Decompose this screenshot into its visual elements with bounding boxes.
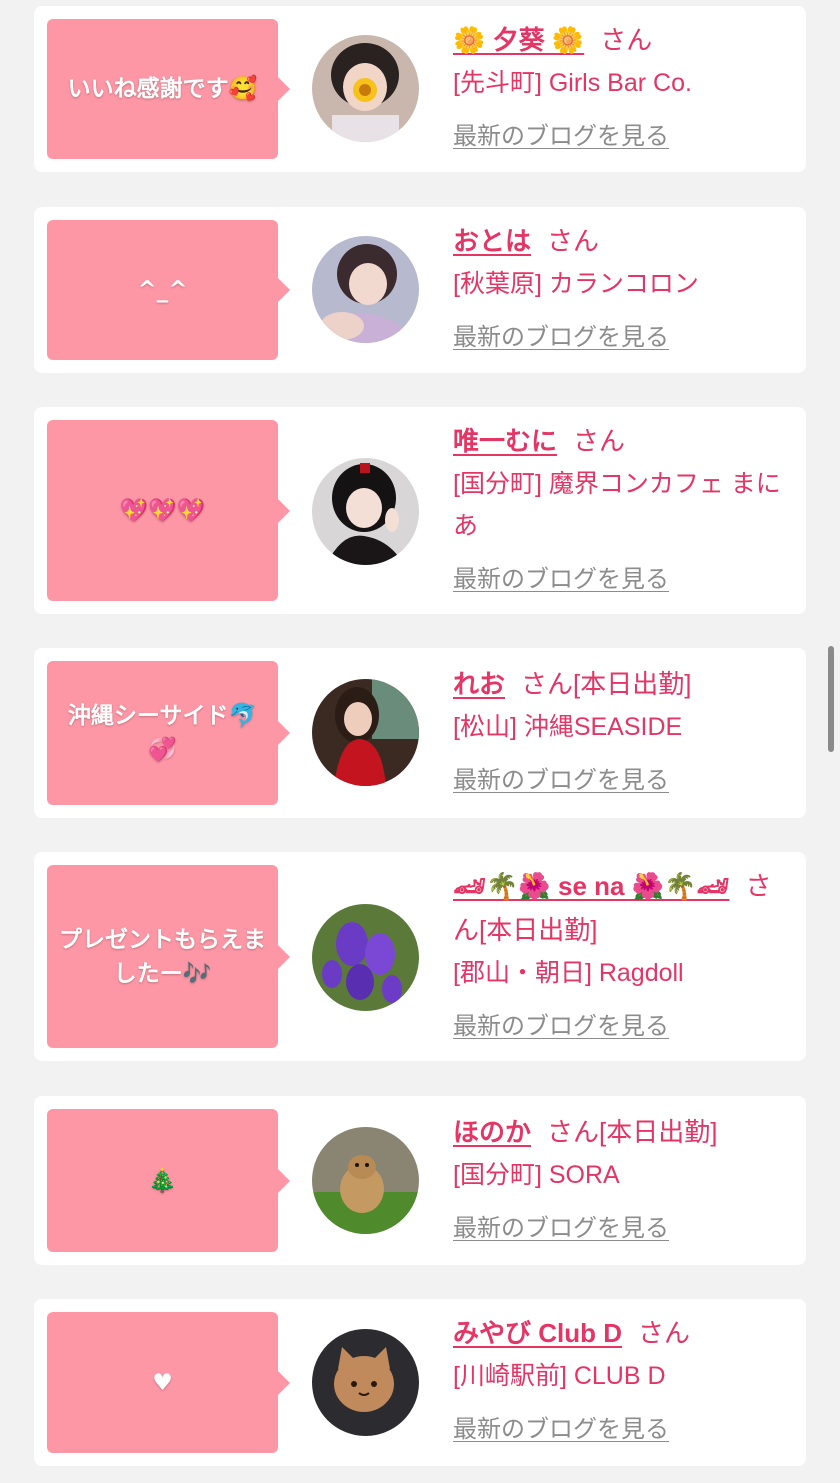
name-line: ほのか さん[本日出勤] (453, 1110, 795, 1154)
avatar[interactable] (312, 35, 419, 142)
blog-card: ^_^ おとは さん [秋葉原] カランコロン 最新のブログを見る (34, 207, 806, 373)
shop-name: [国分町] SORA (453, 1161, 620, 1189)
cast-info: 🌼 夕葵 🌼 さん [先斗町] Girls Bar Co. 最新のブログを見る (453, 18, 795, 151)
blog-card: 🎄 ほのか さん[本日出勤] [国分町] SORA 最新のブログを見る (34, 1096, 806, 1265)
attendance-tag: [本日出勤] (479, 915, 598, 945)
honorific: さん (547, 226, 600, 256)
cast-name-link[interactable]: 🏎🌴🌺 se na 🌺🌴🏎 (453, 871, 729, 901)
shop-name: [国分町] 魔界コンカフェ まにあ (453, 470, 781, 540)
shop-name: [秋葉原] カランコロン (453, 270, 699, 298)
shop-name: [郡山・朝日] Ragdoll (453, 959, 684, 987)
message-bubble: 💖💖💖 (47, 420, 290, 601)
avatar[interactable] (312, 679, 419, 786)
message-bubble: プレゼントもらえましたー🎶 (47, 865, 290, 1048)
honorific: さん (521, 669, 574, 699)
attendance-tag: [本日出勤] (573, 669, 692, 699)
avatar[interactable] (312, 458, 419, 565)
cast-info: 🏎🌴🌺 se na 🌺🌴🏎 さん[本日出勤] [郡山・朝日] Ragdoll 最新… (453, 864, 795, 1041)
shop-name: [先斗町] Girls Bar Co. (453, 69, 692, 97)
message-bubble: 🎄 (47, 1109, 290, 1252)
name-line: 🏎🌴🌺 se na 🌺🌴🏎 さん[本日出勤] (453, 864, 795, 952)
cast-name-link[interactable]: ほのか (453, 1117, 531, 1147)
cast-info: みやび Club D さん [川崎駅前] CLUB D 最新のブログを見る (453, 1311, 795, 1444)
honorific: さん (547, 1117, 600, 1147)
blog-card: いいね感謝です🥰 🌼 夕葵 🌼 さん [先斗町] Girls Bar Co. 最新… (34, 6, 806, 172)
blog-card: 沖縄シーサイド🐬💞 れお さん[本日出勤] [松山] 沖縄SEASIDE 最新のブ… (34, 648, 806, 818)
shop-name: [松山] 沖縄SEASIDE (453, 713, 683, 741)
blog-feed: いいね感謝です🥰 🌼 夕葵 🌼 さん [先斗町] Girls Bar Co. 最新… (0, 0, 840, 1483)
latest-blog-link[interactable]: 最新のブログを見る (453, 559, 669, 594)
message-bubble: いいね感謝です🥰 (47, 19, 290, 159)
avatar[interactable] (312, 1329, 419, 1436)
message-bubble: 沖縄シーサイド🐬💞 (47, 661, 290, 805)
message-bubble: ^_^ (47, 220, 290, 360)
scrollbar[interactable] (828, 646, 834, 752)
honorific: さん (600, 25, 653, 55)
latest-blog-link[interactable]: 最新のブログを見る (453, 1409, 669, 1444)
message-bubble: ♥ (47, 1312, 290, 1453)
name-line: おとは さん (453, 219, 795, 263)
attendance-tag: [本日出勤] (599, 1117, 718, 1147)
latest-blog-link[interactable]: 最新のブログを見る (453, 1208, 669, 1243)
cast-name-link[interactable]: おとは (453, 226, 531, 256)
latest-blog-link[interactable]: 最新のブログを見る (453, 317, 669, 352)
name-line: 🌼 夕葵 🌼 さん (453, 18, 795, 62)
shop-name: [川崎駅前] CLUB D (453, 1362, 666, 1390)
cast-name-link[interactable]: 唯一むに (453, 426, 557, 456)
honorific: さん (638, 1318, 691, 1348)
cast-name-link[interactable]: 🌼 夕葵 🌼 (453, 25, 584, 55)
cast-info: れお さん[本日出勤] [松山] 沖縄SEASIDE 最新のブログを見る (453, 662, 795, 795)
name-line: みやび Club D さん (453, 1311, 795, 1355)
avatar[interactable] (312, 236, 419, 343)
latest-blog-link[interactable]: 最新のブログを見る (453, 760, 669, 795)
name-line: 唯一むに さん (453, 419, 795, 463)
blog-card: 💖💖💖 唯一むに さん [国分町] 魔界コンカフェ まにあ 最新のブログを見る (34, 407, 806, 614)
cast-name-link[interactable]: みやび Club D (453, 1318, 622, 1348)
avatar[interactable] (312, 1127, 419, 1234)
cast-name-link[interactable]: れお (453, 669, 505, 699)
latest-blog-link[interactable]: 最新のブログを見る (453, 1006, 669, 1041)
cast-info: おとは さん [秋葉原] カランコロン 最新のブログを見る (453, 219, 795, 352)
name-line: れお さん[本日出勤] (453, 662, 795, 706)
honorific: さん (573, 426, 626, 456)
blog-card: ♥ みやび Club D さん [川崎駅前] CLUB D 最新のブログを見る (34, 1299, 806, 1466)
avatar[interactable] (312, 904, 419, 1011)
blog-card: プレゼントもらえましたー🎶 🏎🌴🌺 se na 🌺🌴🏎 さん[本日出勤] [郡山・… (34, 852, 806, 1061)
latest-blog-link[interactable]: 最新のブログを見る (453, 116, 669, 151)
cast-info: 唯一むに さん [国分町] 魔界コンカフェ まにあ 最新のブログを見る (453, 419, 795, 594)
cast-info: ほのか さん[本日出勤] [国分町] SORA 最新のブログを見る (453, 1110, 795, 1243)
